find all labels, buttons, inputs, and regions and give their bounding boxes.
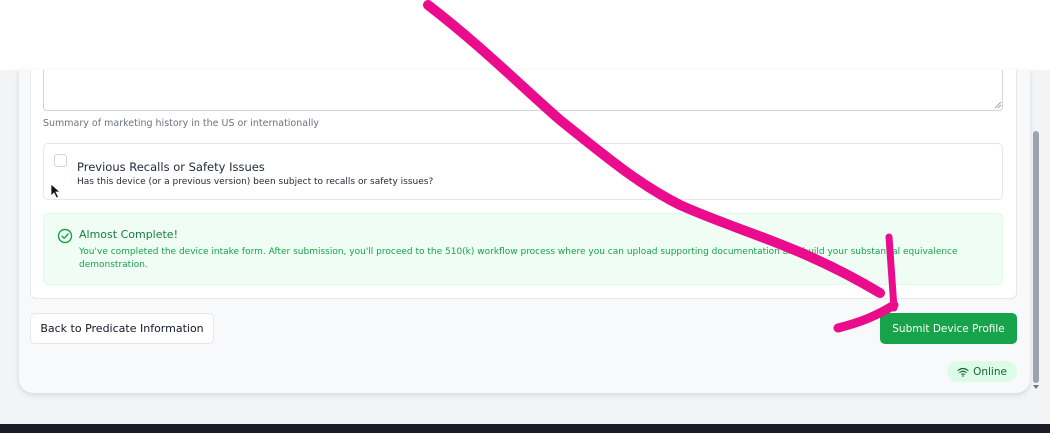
recalls-description: Has this device (or a previous version) … — [77, 177, 434, 187]
alert-title: Almost Complete! — [79, 228, 178, 241]
alert-message: You've completed the device intake form.… — [79, 247, 958, 270]
top-whitespace — [0, 0, 1050, 70]
recalls-checkbox[interactable] — [54, 154, 67, 167]
online-status-label: Online — [973, 365, 1007, 378]
marketing-history-helper: Summary of marketing history in the US o… — [43, 118, 319, 129]
online-status-badge: Online — [947, 361, 1017, 382]
taskbar-strip — [0, 424, 1050, 433]
submit-device-profile-button[interactable]: Submit Device Profile — [880, 313, 1017, 344]
resize-grip-icon[interactable] — [994, 101, 1002, 109]
back-to-predicate-button[interactable]: Back to Predicate Information — [30, 313, 214, 344]
recalls-title: Previous Recalls or Safety Issues — [77, 160, 265, 174]
mouse-pointer-icon — [50, 183, 62, 199]
scroll-down-arrow-icon[interactable] — [1032, 384, 1040, 390]
scrollbar-thumb[interactable] — [1033, 131, 1039, 383]
marketing-history-textarea[interactable] — [43, 70, 1003, 111]
wifi-icon — [957, 367, 969, 377]
check-circle-icon — [57, 228, 73, 244]
